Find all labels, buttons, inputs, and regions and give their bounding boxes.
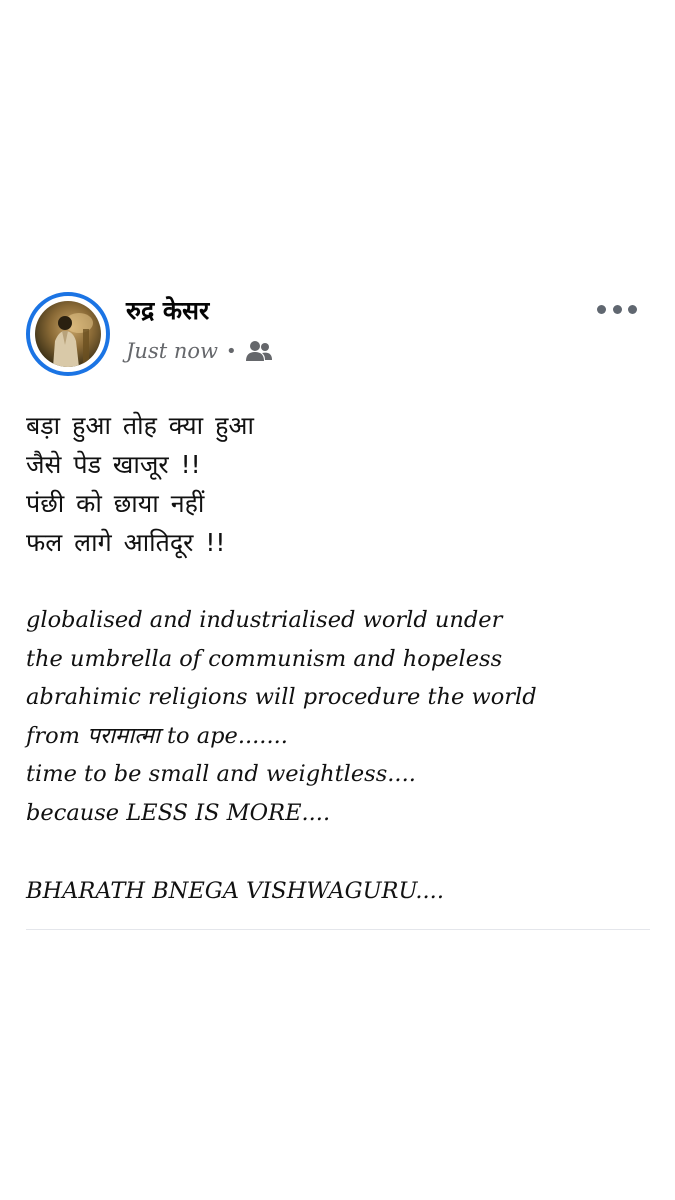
more-dot bbox=[597, 304, 606, 314]
more-options-icon[interactable] bbox=[597, 298, 637, 320]
post-text-line: फल लागे आतिदूर !! bbox=[26, 528, 226, 557]
post-divider bbox=[26, 929, 650, 930]
post-text-line: because LESS IS MORE.... bbox=[26, 799, 331, 826]
author-name[interactable]: रुद्र केसर bbox=[126, 294, 209, 328]
post-card: रुद्र केसर Just now • बड़ा हुआ तोह क्या … bbox=[0, 0, 675, 1200]
post-text-line: बड़ा हुआ तोह क्या हुआ bbox=[26, 411, 254, 440]
post-text-line: time to be small and weightless.... bbox=[26, 761, 416, 788]
meta-separator: • bbox=[225, 340, 237, 362]
more-dot bbox=[628, 304, 637, 314]
avatar[interactable] bbox=[35, 301, 101, 367]
post-text-line: globalised and industrialised world unde… bbox=[26, 607, 503, 633]
post-text-line: from परामात्मा to ape....... bbox=[26, 722, 288, 749]
post-meta: Just now • bbox=[126, 336, 273, 366]
post-text-line: पंछी को छाया नहीं bbox=[26, 489, 205, 518]
more-dot bbox=[612, 304, 622, 314]
post-text-line: जैसे पेड खाजूर !! bbox=[26, 450, 201, 479]
profile-photo-icon bbox=[53, 313, 93, 367]
post-body: बड़ा हुआ तोह क्या हुआ जैसे पेड खाजूर !! … bbox=[26, 406, 656, 910]
avatar-story-ring[interactable] bbox=[26, 292, 110, 376]
friends-icon[interactable] bbox=[245, 340, 273, 362]
post-text-line: BHARATH BNEGA VISHWAGURU.... bbox=[26, 877, 444, 904]
post-text-line: abrahimic religions will procedure the w… bbox=[26, 684, 537, 711]
post-text-line: the umbrella of communism and hopeless bbox=[26, 645, 503, 672]
post-timestamp[interactable]: Just now bbox=[126, 339, 218, 363]
